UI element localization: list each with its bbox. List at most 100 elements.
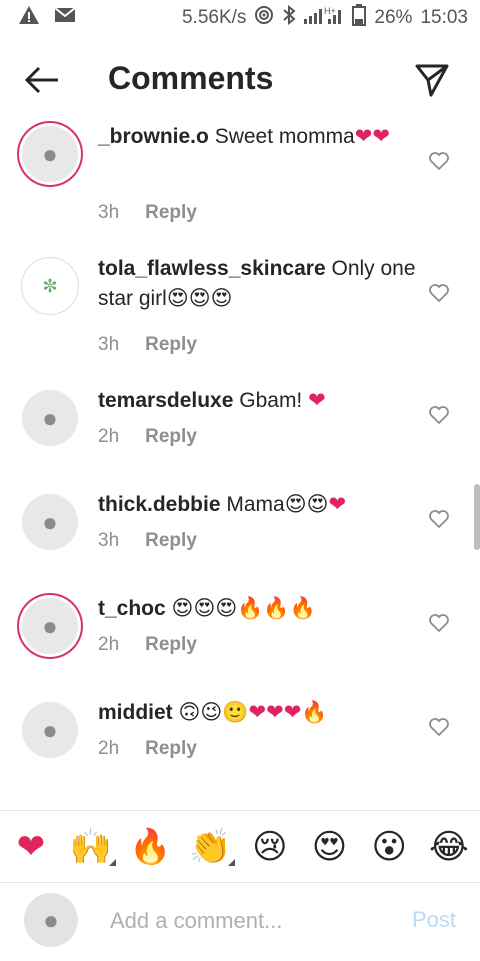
emoji-button-crying[interactable]: 😢: [247, 824, 293, 870]
emoji: 🔥: [289, 597, 316, 620]
emoji: 😍: [171, 597, 194, 620]
emoji-button-surprised[interactable]: 😮: [366, 824, 412, 870]
comment-text: Gbam!: [239, 389, 303, 412]
bluetooth-icon: [282, 4, 296, 31]
like-heart-icon[interactable]: [428, 612, 450, 634]
comment-body: t_choc 😍😍😍🔥🔥🔥: [98, 594, 418, 624]
emoji-button-fire[interactable]: 🔥: [127, 824, 173, 870]
variant-corner-icon: [228, 858, 236, 866]
avatar[interactable]: ●: [22, 494, 78, 550]
comment-meta: 3h Reply: [98, 530, 197, 552]
emoji: 🙃: [178, 701, 201, 724]
reply-button[interactable]: Reply: [145, 426, 197, 448]
like-heart-icon[interactable]: [428, 150, 450, 172]
emoji-button-clap[interactable]: 👏: [187, 824, 236, 870]
hotspot-icon: [254, 5, 274, 31]
logo-avatar-icon: ✼: [42, 275, 58, 296]
emoji-button-heart[interactable]: ❤: [8, 824, 54, 870]
emoji: ❤: [266, 701, 284, 724]
user-avatar-icon: ●: [42, 138, 58, 169]
comment-meta: 2h Reply: [98, 738, 197, 760]
like-heart-icon[interactable]: [428, 716, 450, 738]
comment-time: 3h: [98, 202, 120, 223]
self-avatar: ●: [24, 893, 78, 947]
comment-time: 2h: [98, 426, 120, 447]
direct-send-icon[interactable]: [414, 62, 450, 98]
like-heart-icon[interactable]: [428, 508, 450, 530]
emoji: ❤: [308, 389, 326, 412]
emoji: ❤: [328, 493, 347, 516]
page-title: Comments: [108, 60, 274, 96]
comment-field[interactable]: [108, 907, 392, 935]
comment-body: tola_flawless_skincare Only one star gir…: [98, 254, 418, 314]
comment-time: 2h: [98, 634, 120, 655]
top-bar: Comments: [0, 52, 480, 108]
post-button[interactable]: Post: [412, 907, 456, 933]
emoji-quick-bar: ❤ 🙌 🔥 👏 😢 😍 😮 😂: [0, 810, 480, 882]
comment-meta: 2h Reply: [98, 634, 197, 656]
comment-meta: 3h Reply: [98, 334, 197, 356]
net-speed: 5.56K/s: [181, 7, 247, 28]
comment-time: 3h: [98, 530, 120, 551]
comment-username[interactable]: tola_flawless_skincare: [98, 257, 326, 280]
battery-level: 26%: [374, 7, 413, 28]
battery-icon: [352, 4, 367, 32]
emoji: 😍: [166, 287, 189, 310]
like-heart-icon[interactable]: [428, 282, 450, 304]
comment-username[interactable]: middiet: [98, 701, 173, 724]
reply-button[interactable]: Reply: [145, 202, 197, 224]
emoji: 🔥: [237, 597, 264, 620]
like-heart-icon[interactable]: [428, 404, 450, 426]
emoji: 😍: [193, 597, 216, 620]
user-avatar-icon: ●: [42, 714, 58, 745]
emoji: 🙂: [222, 701, 249, 724]
comment-input-bar: ● Post: [0, 882, 480, 961]
emoji-button-raised-hands[interactable]: 🙌: [68, 824, 116, 870]
comment-body: thick.debbie Mama😍😍❤: [98, 490, 418, 520]
comment-meta: 3h Reply: [98, 202, 197, 224]
comment-text: Mama: [226, 493, 285, 516]
emoji: 😍: [188, 287, 211, 310]
comment-body: _brownie.o Sweet momma❤❤: [98, 122, 418, 152]
comment-username[interactable]: thick.debbie: [98, 493, 221, 516]
svg-text:H+: H+: [324, 6, 336, 16]
clap-emoji: 👏: [188, 827, 232, 866]
avatar[interactable]: ●: [22, 702, 78, 758]
avatar[interactable]: ●: [22, 598, 78, 654]
comment-body: middiet 🙃😉🙂❤❤❤🔥: [98, 698, 418, 728]
reply-button[interactable]: Reply: [145, 634, 197, 656]
raised-hands-emoji: 🙌: [69, 827, 112, 866]
emoji: 🔥: [301, 701, 328, 724]
emoji-button-heart-eyes[interactable]: 😍: [307, 824, 353, 870]
emoji: ❤: [248, 701, 267, 724]
emoji: 😍: [284, 493, 307, 516]
avatar[interactable]: ●: [22, 390, 78, 446]
comment-text: Sweet momma: [214, 125, 355, 148]
emoji: ❤: [283, 701, 302, 724]
emoji-button-laughing[interactable]: 😂: [426, 824, 472, 870]
emoji: 😍: [215, 597, 238, 620]
comment-username[interactable]: _brownie.o: [98, 125, 209, 148]
status-bar: 5.56K/s H+ 26% 15:03: [0, 0, 480, 36]
warning-icon: [18, 5, 40, 31]
emoji: 🔥: [263, 597, 290, 620]
avatar[interactable]: ✼: [22, 258, 78, 314]
back-arrow-icon[interactable]: [24, 66, 60, 94]
emoji: 😍: [210, 287, 233, 310]
user-avatar-icon: ●: [42, 610, 58, 641]
comment-time: 2h: [98, 738, 120, 759]
comment-list[interactable]: ● _brownie.o Sweet momma❤❤ 3h Reply ✼ to…: [0, 112, 480, 812]
user-avatar-icon: ●: [42, 506, 58, 537]
reply-button[interactable]: Reply: [145, 738, 197, 760]
comment-username[interactable]: temarsdeluxe: [98, 389, 233, 412]
avatar[interactable]: ●: [22, 126, 78, 182]
emoji: ❤: [354, 125, 373, 148]
scrollbar-thumb[interactable]: [474, 484, 480, 550]
comment-body: temarsdeluxe Gbam! ❤: [98, 386, 418, 416]
reply-button[interactable]: Reply: [145, 334, 197, 356]
reply-button[interactable]: Reply: [145, 530, 197, 552]
mail-icon: [54, 6, 76, 30]
comment-username[interactable]: t_choc: [98, 597, 166, 620]
comment-time: 3h: [98, 334, 120, 355]
variant-corner-icon: [108, 858, 116, 866]
